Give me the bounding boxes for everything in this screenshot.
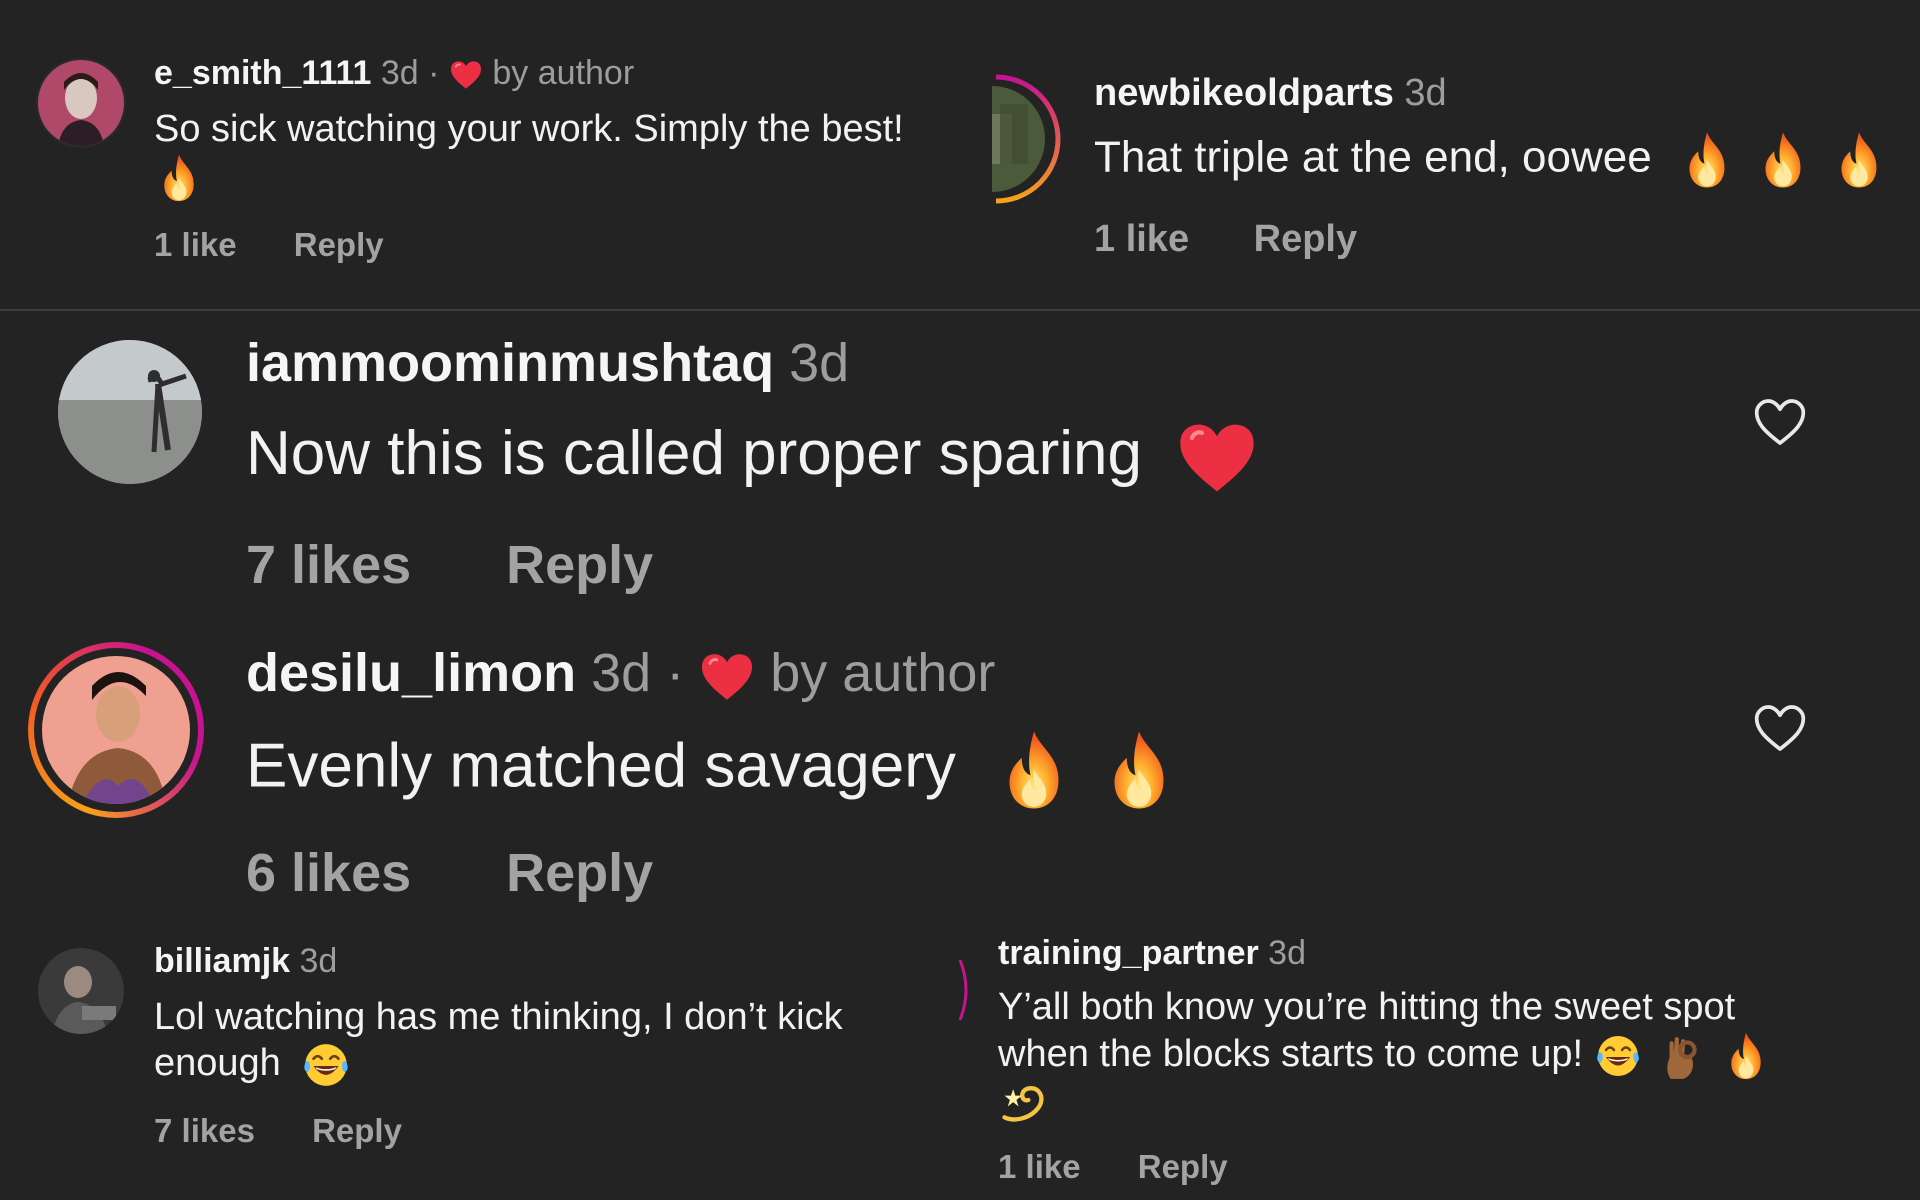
likes-count[interactable]: 1 like xyxy=(154,226,237,264)
divider xyxy=(0,309,1920,311)
likes-count[interactable]: 1 like xyxy=(998,1148,1081,1186)
timestamp: 3d xyxy=(789,333,850,393)
username[interactable]: billiamjk xyxy=(154,942,290,980)
separator-dot: · xyxy=(666,643,685,703)
likes-count[interactable]: 7 likes xyxy=(154,1112,255,1150)
heart-outline-icon[interactable] xyxy=(1752,396,1808,448)
liked-by-author-label: by author xyxy=(492,54,635,92)
comment-text: Evenly matched savagery xyxy=(246,731,956,801)
reply-button[interactable]: Reply xyxy=(506,534,653,596)
comment-text-line2: enough xyxy=(154,1042,281,1085)
reply-button[interactable]: Reply xyxy=(1138,1148,1228,1186)
comment-text: That triple at the end, oowee xyxy=(1094,132,1652,182)
comment-text-line1: Lol watching has me thinking, I don’t ki… xyxy=(154,996,843,1038)
dizzy-emoji-icon xyxy=(998,1074,1050,1126)
username[interactable]: iammoominmushtaq xyxy=(246,333,774,393)
fire-emoji-icon xyxy=(158,152,200,204)
avatar[interactable] xyxy=(38,948,124,1034)
avatar[interactable] xyxy=(992,74,1062,204)
reply-button[interactable]: Reply xyxy=(1254,218,1357,261)
red-heart-emoji-icon xyxy=(1177,421,1257,495)
tears-of-joy-emoji-icon xyxy=(301,1040,351,1090)
username[interactable]: e_smith_1111 xyxy=(154,54,371,92)
fire-emoji-icon xyxy=(1758,130,1808,190)
liked-by-author-label: by author xyxy=(770,643,996,703)
fire-emoji-icon xyxy=(999,728,1069,812)
fire-emoji-icon xyxy=(1834,130,1884,190)
reply-button[interactable]: Reply xyxy=(294,226,384,264)
avatar[interactable] xyxy=(38,60,124,146)
likes-count[interactable]: 7 likes xyxy=(246,534,411,596)
username[interactable]: training_partner xyxy=(998,934,1259,972)
fire-emoji-icon xyxy=(1682,130,1732,190)
timestamp: 3d xyxy=(591,643,652,703)
comment-text: So sick watching your work. Simply the b… xyxy=(154,108,904,150)
timestamp: 3d xyxy=(299,942,338,980)
username[interactable]: desilu_limon xyxy=(246,643,576,703)
likes-count[interactable]: 1 like xyxy=(1094,218,1189,261)
tears-of-joy-emoji-icon xyxy=(1594,1032,1642,1080)
avatar[interactable] xyxy=(58,340,202,484)
author-liked-heart-icon xyxy=(699,652,755,702)
timestamp: 3d xyxy=(380,54,419,92)
reply-button[interactable]: Reply xyxy=(312,1112,402,1150)
ok-hand-emoji-icon xyxy=(1660,1031,1702,1081)
comment-text-line2: when the blocks starts to come up! xyxy=(998,1033,1584,1076)
likes-count[interactable]: 6 likes xyxy=(246,842,411,904)
fire-emoji-icon xyxy=(1104,728,1174,812)
avatar-ring-edge xyxy=(958,958,978,1022)
timestamp: 3d xyxy=(1268,934,1306,972)
author-liked-heart-icon xyxy=(449,60,483,90)
separator-dot: · xyxy=(428,54,440,92)
heart-outline-icon[interactable] xyxy=(1752,702,1808,754)
comment-text: Now this is called proper sparing xyxy=(246,419,1142,488)
comment-text-line1: Y’all both know you’re hitting the sweet… xyxy=(998,986,1736,1028)
avatar[interactable] xyxy=(42,656,190,804)
fire-emoji-icon xyxy=(1725,1030,1767,1082)
timestamp: 3d xyxy=(1404,72,1447,114)
reply-button[interactable]: Reply xyxy=(506,842,653,904)
username[interactable]: newbikeoldparts xyxy=(1094,72,1394,114)
